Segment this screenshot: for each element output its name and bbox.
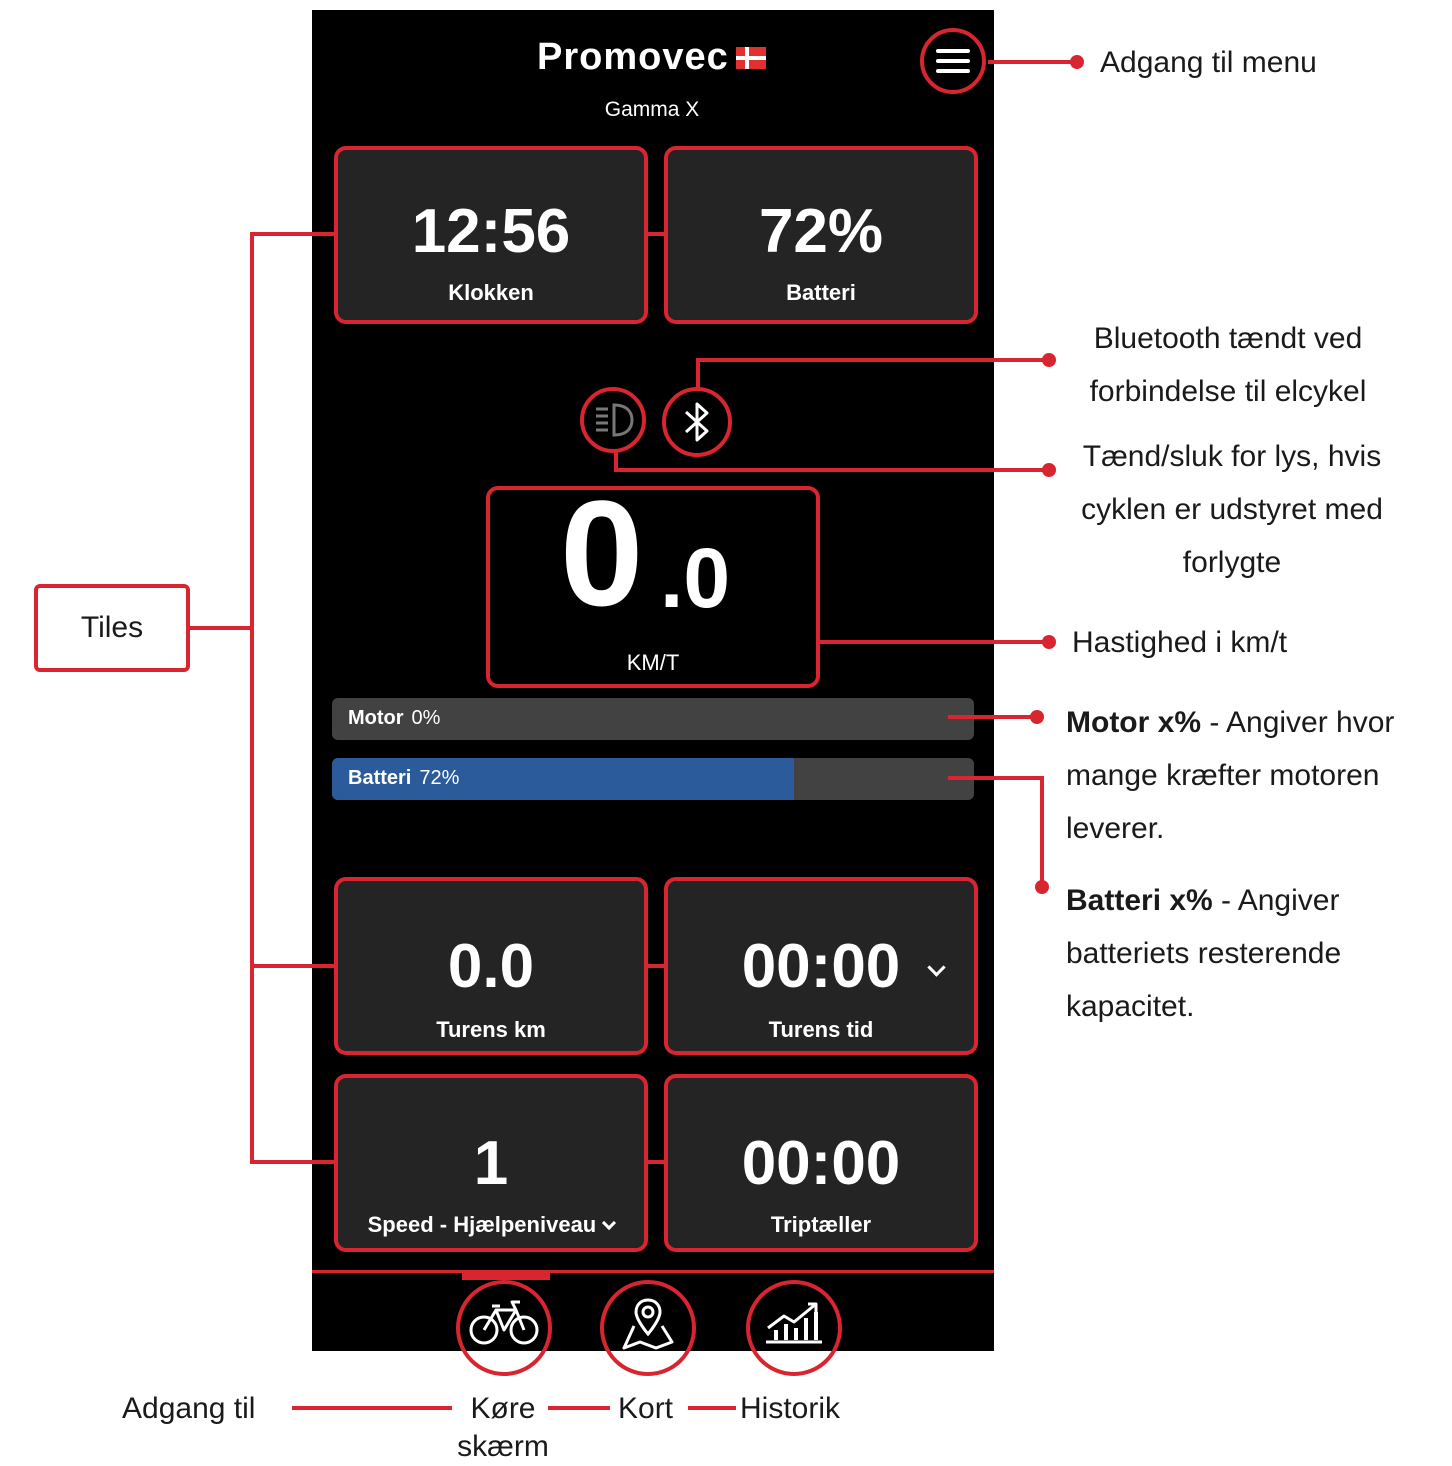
tile-clock[interactable]: 12:56 Klokken: [334, 146, 648, 324]
connector-battery: [948, 776, 1044, 780]
brand-logo: Promovec: [537, 36, 729, 78]
chevron-down-icon: [602, 1215, 617, 1231]
motor-bar: Motor 0%: [332, 698, 974, 740]
menu-button[interactable]: [920, 28, 986, 94]
connector-speed: [820, 640, 1048, 644]
headlight-icon: [596, 403, 634, 437]
bluetooth-indicator: [662, 387, 732, 457]
tile-trip-time[interactable]: 00:00 Turens tid: [664, 877, 978, 1055]
trip-km-label: Turens km: [436, 1017, 546, 1042]
annotation-motor: Motor x% - Angiver hvor mange kræfter mo…: [1066, 706, 1395, 845]
bluetooth-icon: [684, 402, 709, 442]
nav-history[interactable]: [746, 1280, 842, 1376]
battery-value: 72%: [758, 197, 884, 266]
nav-drive-screen[interactable]: [456, 1280, 552, 1376]
headlight-toggle[interactable]: [580, 387, 646, 453]
nav-map[interactable]: [600, 1280, 696, 1376]
annotation-drive-screen: Køre skærm: [457, 1392, 549, 1463]
connector-menu: [988, 60, 1078, 64]
tile-battery[interactable]: 72% Batteri: [664, 146, 978, 324]
bicycle-icon: [469, 1300, 539, 1345]
annotation-speed: Hastighed i km/t: [1072, 626, 1288, 659]
annotation-menu: Adgang til menu: [1100, 46, 1317, 79]
connector-nav: [292, 1406, 452, 1410]
tile-trip-km[interactable]: 0.0 Turens km: [334, 877, 648, 1055]
nav-active-indicator: [462, 1273, 550, 1280]
battery-label: Batteri: [786, 280, 856, 305]
bar-chart-trend-icon: [766, 1302, 822, 1344]
bike-model-name: Gamma X: [604, 98, 700, 121]
assist-level-label: Speed - Hjælpeniveau: [338, 1212, 644, 1238]
trip-counter-label: Triptæller: [770, 1212, 872, 1237]
trip-counter-value: 00:00: [741, 1129, 901, 1198]
annotation-history: Historik: [740, 1392, 841, 1425]
battery-bar: Batteri 72%: [332, 758, 974, 800]
tile-assist-level[interactable]: 1 Speed - Hjælpeniveau: [334, 1074, 648, 1252]
connector-motor: [948, 715, 1036, 719]
danish-flag-icon: [736, 47, 766, 69]
speed-unit: KM/T: [626, 650, 680, 675]
annotation-headlight: Tænd/sluk for lys, hvis cyklen er udstyr…: [1081, 440, 1383, 579]
tile-trip-counter[interactable]: 00:00 Triptæller: [664, 1074, 978, 1252]
connector-dot: [1070, 55, 1084, 69]
clock-value: 12:56: [411, 197, 571, 266]
motor-bar-label: Motor: [348, 707, 404, 729]
connector-dot: [1035, 880, 1049, 894]
map-pin-icon: [622, 1298, 674, 1350]
trip-time-label: Turens tid: [768, 1017, 874, 1042]
speed-integer: 0: [560, 469, 644, 637]
trip-km-value: 0.0: [447, 932, 535, 1001]
annotation-access: Adgang til: [122, 1392, 256, 1425]
annotation-battery: Batteri x% - Angiver batteriets resteren…: [1066, 884, 1342, 1023]
navbar-divider: [312, 1270, 994, 1273]
speed-decimal: .0: [660, 531, 731, 625]
connector-bluetooth: [696, 358, 700, 388]
connector-dot: [1042, 353, 1056, 367]
battery-bar-label: Batteri: [348, 767, 412, 789]
connector-dot: [1030, 710, 1044, 724]
clock-label: Klokken: [448, 280, 534, 305]
hamburger-menu-icon: [936, 49, 970, 53]
tiles-bracket: [250, 232, 254, 1164]
annotation-bluetooth: Bluetooth tændt ved forbindelse til elcy…: [1089, 322, 1367, 408]
annotation-tiles: Tiles: [34, 584, 190, 672]
battery-bar-value: 72%: [419, 767, 460, 789]
connector-dot: [1042, 635, 1056, 649]
motor-bar-value: 0%: [411, 707, 441, 729]
assist-level-value: 1: [473, 1129, 509, 1198]
annotation-map: Kort: [618, 1392, 674, 1425]
